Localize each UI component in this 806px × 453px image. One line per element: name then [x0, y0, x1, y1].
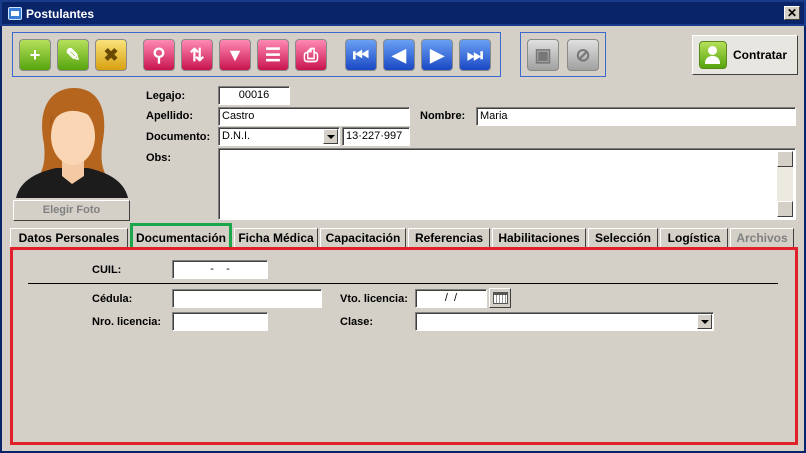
tab-referencias[interactable]: Referencias: [408, 228, 490, 248]
cedula-field[interactable]: [172, 289, 322, 308]
tab-documentacion[interactable]: Documentación: [130, 223, 232, 248]
magnifier-icon: ⚲: [152, 44, 166, 65]
cuil-label: CUIL:: [92, 264, 122, 276]
documento-label: Documento:: [146, 131, 211, 143]
prev-record-button[interactable]: ◀: [383, 39, 415, 71]
save-icon: ▣: [534, 44, 552, 65]
documento-number-field[interactable]: 13·227·997: [342, 127, 410, 146]
elegir-foto-button[interactable]: Elegir Foto: [13, 200, 130, 221]
vto-licencia-field[interactable]: / /: [415, 289, 487, 308]
add-button[interactable]: +: [19, 39, 51, 71]
report-icon: ☰: [264, 44, 282, 65]
plus-icon: +: [29, 44, 41, 65]
tab-seleccion[interactable]: Selección: [588, 228, 658, 248]
toolbar-save: ▣ ⊘: [520, 32, 606, 77]
calendar-button[interactable]: [489, 288, 511, 308]
filter-icon: ▼: [226, 44, 244, 65]
title-bar: Postulantes ✕: [0, 0, 806, 26]
delete-button[interactable]: ✖: [95, 39, 127, 71]
cancel-button[interactable]: ⊘: [567, 39, 599, 71]
clase-select[interactable]: [415, 312, 714, 331]
chevron-down-icon[interactable]: [323, 129, 338, 144]
tab-archivos: Archivos: [730, 228, 794, 248]
add-user-icon: [699, 41, 727, 69]
tab-capacitacion[interactable]: Capacitación: [320, 228, 406, 248]
obs-scrollbar[interactable]: [777, 151, 793, 217]
nombre-label: Nombre:: [420, 110, 466, 122]
sort-button[interactable]: ⇅: [181, 39, 213, 71]
legajo-label: Legajo:: [146, 90, 186, 102]
close-button[interactable]: ✕: [784, 6, 800, 20]
clase-label: Clase:: [340, 316, 374, 328]
delete-doc-icon: ✖: [103, 44, 119, 65]
window-title: Postulantes: [26, 7, 95, 21]
last-icon: ⏭: [466, 44, 484, 65]
last-record-button[interactable]: ⏭: [459, 39, 491, 71]
documentacion-panel: [10, 247, 798, 445]
prev-icon: ◀: [392, 44, 406, 65]
tab-logistica[interactable]: Logística: [660, 228, 728, 248]
cedula-label: Cédula:: [92, 293, 133, 305]
obs-label: Obs:: [146, 152, 172, 164]
tab-datos-personales[interactable]: Datos Personales: [10, 228, 128, 248]
next-record-button[interactable]: ▶: [421, 39, 453, 71]
report-button[interactable]: ☰: [257, 39, 289, 71]
scroll-down-icon[interactable]: [777, 201, 793, 217]
cancel-icon: ⊘: [575, 44, 591, 65]
obs-textarea[interactable]: [218, 148, 796, 220]
calendar-icon: [493, 292, 508, 304]
vto-licencia-label: Vto. licencia:: [340, 293, 408, 305]
sort-az-icon: ⇅: [189, 44, 205, 65]
app-icon: [8, 7, 22, 20]
tab-habilitaciones[interactable]: Habilitaciones: [492, 228, 586, 248]
nro-licencia-field[interactable]: [172, 312, 268, 331]
chevron-down-icon[interactable]: [697, 314, 712, 329]
nro-licencia-label: Nro. licencia:: [92, 316, 162, 328]
next-icon: ▶: [430, 44, 444, 65]
filter-button[interactable]: ▼: [219, 39, 251, 71]
printer-icon: ⎙: [303, 44, 319, 65]
nombre-field[interactable]: Maria: [476, 107, 796, 126]
contratar-label: Contratar: [733, 48, 788, 62]
scroll-up-icon[interactable]: [777, 151, 793, 167]
first-icon: ⏮: [352, 44, 370, 65]
pencil-icon: ✎: [65, 44, 81, 65]
divider: [28, 283, 778, 284]
search-button[interactable]: ⚲: [143, 39, 175, 71]
edit-button[interactable]: ✎: [57, 39, 89, 71]
tab-ficha-medica[interactable]: Ficha Médica: [234, 228, 318, 248]
legajo-field[interactable]: 00016: [218, 86, 290, 105]
contratar-button[interactable]: Contratar: [692, 35, 798, 75]
apellido-field[interactable]: Castro: [218, 107, 410, 126]
toolbar-main: + ✎ ✖ ⚲ ⇅ ▼ ☰ ⎙ ⏮ ◀ ▶ ⏭: [12, 32, 501, 77]
first-record-button[interactable]: ⏮: [345, 39, 377, 71]
cuil-field[interactable]: - -: [172, 260, 268, 279]
print-button[interactable]: ⎙: [295, 39, 327, 71]
documento-type-select[interactable]: D.N.I.: [218, 127, 340, 146]
save-button[interactable]: ▣: [527, 39, 559, 71]
avatar: [14, 84, 130, 198]
woman-avatar-icon: [16, 88, 128, 198]
apellido-label: Apellido:: [146, 110, 194, 122]
